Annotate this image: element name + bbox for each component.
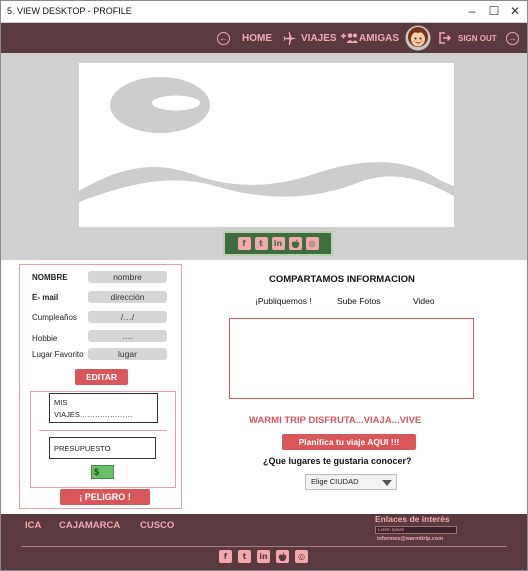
divider (39, 430, 167, 431)
mis-viajes-line2: VIAJES………………… (54, 410, 133, 419)
field-value-cumpleanos[interactable]: /…/ (88, 311, 167, 323)
field-value-lugar-favorito[interactable]: lugar (88, 348, 167, 360)
post-content-area[interactable] (229, 318, 474, 399)
close-button[interactable]: ✕ (508, 3, 522, 19)
avatar-girl-icon (405, 25, 431, 51)
footer-facebook-icon[interactable]: f (219, 550, 232, 563)
twitter-icon[interactable]: t (254, 237, 268, 250)
footer-instagram-icon[interactable]: ◎ (295, 550, 308, 563)
footer-link-ica[interactable]: ICA (25, 520, 41, 531)
city-select-value: Elige CIUDAD (311, 477, 359, 486)
mis-viajes-box[interactable]: MIS VIAJES………………… (49, 393, 158, 423)
mis-viajes-line1: MIS (54, 398, 68, 407)
plan-trip-button[interactable]: Planifica tu viaje AQUI !!! (282, 434, 416, 450)
field-value-hobbie[interactable]: …. (88, 330, 167, 342)
right-arrow-circle-icon: → (505, 31, 519, 45)
tab-sube-fotos[interactable]: Sube Fotos (337, 296, 380, 306)
left-arrow-circle-icon: ← (217, 31, 230, 45)
footer: ICA CAJAMARCA CUSCO Enlaces de interès L… (1, 514, 527, 570)
footer-link-cajamarca[interactable]: CAJAMARCA (59, 520, 120, 531)
presupuesto-field[interactable]: PRESUPUESTO (49, 437, 156, 459)
top-nav: ← HOME VIAJES AMIGAS SIGN OUT → (1, 23, 527, 53)
tab-video[interactable]: Video (413, 296, 435, 306)
chevron-down-icon (382, 480, 392, 486)
nav-viajes[interactable]: VIAJES (283, 23, 337, 53)
field-label-cumpleanos: Cumpleaños (32, 313, 77, 322)
danger-button[interactable]: ¡ PELIGRO ! (60, 489, 150, 505)
links-title: Enlaces de interès (375, 514, 450, 524)
app-window: 5. VIEW DESKTOP - PROFILE – ☐ ✕ ← HOME V… (0, 0, 528, 571)
footer-twitter-icon[interactable]: t (238, 550, 251, 563)
window-title: 5. VIEW DESKTOP - PROFILE (7, 6, 132, 16)
sign-out-icon (439, 32, 452, 44)
links-input[interactable]: Lorem Ipsum (375, 526, 457, 534)
title-bar: 5. VIEW DESKTOP - PROFILE – ☐ ✕ (1, 1, 527, 23)
maximize-button[interactable]: ☐ (487, 3, 501, 19)
field-value-email[interactable]: dirección (88, 291, 167, 303)
back-button[interactable]: ← (217, 23, 230, 53)
trips-budget-box: MIS VIAJES………………… PRESUPUESTO $ (30, 391, 176, 488)
nav-amigas[interactable]: AMIGAS (341, 23, 399, 53)
hero-social-bar: f t in ◎ (223, 231, 333, 256)
apple-icon[interactable] (288, 237, 302, 250)
field-label-hobbie: Hobbie (32, 334, 58, 343)
cash-icon: $ (91, 465, 114, 479)
cover-image-placeholder[interactable] (79, 63, 454, 227)
field-label-nombre: NOMBRE (32, 273, 68, 282)
sign-out-label: SIGN OUT (458, 33, 497, 43)
nav-viajes-label: VIAJES (301, 32, 337, 44)
image-placeholder-icon (79, 77, 454, 202)
instagram-icon[interactable]: ◎ (305, 237, 319, 250)
facebook-icon[interactable]: f (237, 237, 251, 250)
footer-linkedin-icon[interactable]: in (257, 550, 270, 563)
share-section-title: COMPARTAMOS INFORMACION (269, 274, 415, 285)
slogan-text: WARMI TRIP DISFRUTA...VIAJA...VIVE (249, 415, 422, 426)
sign-out-button[interactable]: SIGN OUT → (439, 23, 519, 53)
contact-email[interactable]: informes@warmitrip.com (377, 536, 443, 542)
nav-home-label: HOME (242, 32, 272, 44)
edit-button[interactable]: EDITAR (75, 369, 128, 385)
airplane-icon (283, 31, 297, 45)
places-question: ¿Que lugares te gustaria conocer? (263, 456, 412, 466)
footer-link-cusco[interactable]: CUSCO (140, 520, 174, 531)
add-group-icon (341, 33, 358, 43)
field-label-email: E- mail (32, 293, 59, 302)
city-select[interactable]: Elige CIUDAD (305, 474, 397, 490)
linkedin-icon[interactable]: in (271, 237, 285, 250)
nav-home[interactable]: HOME (242, 23, 272, 53)
footer-divider (21, 546, 507, 547)
tab-publiquemos[interactable]: ¡Publiquemos ! (255, 296, 312, 306)
cash-symbol: $ (94, 467, 100, 477)
avatar[interactable] (405, 25, 431, 56)
field-value-nombre[interactable]: nombre (88, 271, 167, 283)
profile-panel: NOMBRE nombre E- mail dirección Cumpleañ… (19, 264, 182, 509)
hero-banner: f t in ◎ (1, 53, 527, 260)
minimize-button[interactable]: – (465, 3, 479, 19)
nav-amigas-label: AMIGAS (359, 32, 399, 44)
footer-apple-icon[interactable] (276, 550, 289, 563)
field-label-lugar-favorito: Lugar Favorito (32, 350, 84, 359)
footer-social-bar: f t in ◎ (219, 550, 308, 563)
